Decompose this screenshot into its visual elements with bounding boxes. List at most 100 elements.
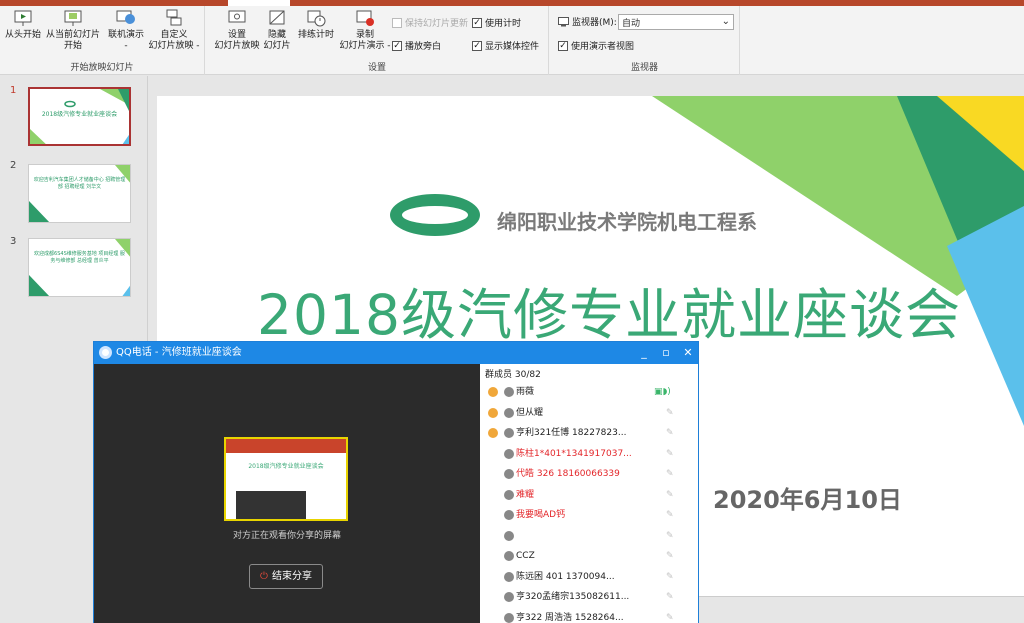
slide-thumbnail-2[interactable]: 欢迎吉利汽车集团人才储备中心 招聘管理部 招聘经理 刘华文 xyxy=(28,164,131,223)
member-row[interactable]: 亨利321任博 18227823... ✎ xyxy=(480,423,698,443)
custom-show-button[interactable]: 自定义 幻灯片放映 - xyxy=(146,8,202,52)
mic-muted-icon: ✎ xyxy=(666,428,674,438)
slide-thumbnail-3[interactable]: 欢迎成都6S4S维修服务基地 项目经理 服务与维修部 总经理 曾炎平 xyxy=(28,238,131,297)
play-narration-checkbox[interactable]: ✓ 播放旁白 xyxy=(392,39,441,52)
power-icon: ⏻ xyxy=(260,571,268,582)
qq-window-title: QQ电话 - 汽修班就业座谈会 xyxy=(116,347,242,358)
avatar xyxy=(504,428,514,438)
slide-title: 2018级汽修专业就业座谈会 xyxy=(257,283,961,347)
member-row[interactable]: 难耀 ✎ xyxy=(480,485,698,505)
members-count: 群成员 30/82 xyxy=(485,370,541,380)
hide-slide-button[interactable]: 隐藏 幻灯片 xyxy=(262,8,292,52)
member-row[interactable]: 亨320孟绪宗135082611... ✎ xyxy=(480,587,698,607)
avatar xyxy=(504,489,514,500)
slide-thumbnail-1[interactable]: 2018级汽修专业就业座谈会 xyxy=(28,87,131,146)
thumbnail-number: 2 xyxy=(10,160,17,171)
from-beginning-label: 从头开始 xyxy=(4,30,41,40)
mic-muted-icon: ✎ xyxy=(666,469,674,479)
mic-muted-icon: ✎ xyxy=(666,571,674,582)
ribbon: 从头开始 从当前幻灯片 开始 联机演示 - 自定义 幻灯片放映 - 开始放映幻灯… xyxy=(0,6,1024,75)
present-online-label: 联机演示 xyxy=(107,30,144,40)
member-row[interactable]: 我要喝AD钙 ✎ xyxy=(480,505,698,525)
member-row[interactable]: 陈远困 401 1370094... ✎ xyxy=(480,567,698,587)
group-label-start: 开始放映幻灯片 xyxy=(70,63,134,73)
end-share-label: 结束分享 xyxy=(271,571,312,582)
present-online-button[interactable]: 联机演示 - xyxy=(106,8,146,52)
chevron-down-icon: ⌄ xyxy=(721,16,730,27)
custom-show-icon xyxy=(166,9,182,26)
member-name: 亨322 周浩浩 1528264... xyxy=(516,612,624,623)
keep-updated-label: 保持幻灯片更新 xyxy=(405,19,469,29)
from-current-label-2: 开始 xyxy=(63,41,82,51)
mic-muted-icon: ✎ xyxy=(666,592,674,602)
rehearse-timings-label: 排练计时 xyxy=(297,30,334,40)
member-name: 陈远困 401 1370094... xyxy=(516,571,615,582)
mic-muted-icon: ✎ xyxy=(666,510,674,520)
school-logo xyxy=(390,194,480,236)
monitor-select[interactable]: 自动 ⌄ xyxy=(618,14,734,30)
organization-name: 绵阳职业技术学院机电工程系 xyxy=(497,210,757,234)
member-row[interactable]: 雨薇 ▣◗) xyxy=(480,382,698,402)
minimize-icon[interactable]: _ xyxy=(634,342,654,364)
keep-updated-checkbox[interactable]: 保持幻灯片更新 xyxy=(392,16,468,29)
share-panel: 2018级汽修专业就业座谈会 对方正在观看你分享的屏幕 ⏻ 结束分享 xyxy=(94,364,480,623)
member-row[interactable]: ✎ xyxy=(480,526,698,546)
preview-ribbon xyxy=(226,439,346,453)
stopwatch-icon xyxy=(307,10,326,27)
monitor-label: 监视器(M): xyxy=(558,15,617,28)
show-media-label: 显示媒体控件 xyxy=(485,42,540,52)
member-row[interactable]: CCZ ✎ xyxy=(480,546,698,566)
thumbnail-title: 欢迎成都6S4S维修服务基地 项目经理 服务与维修部 总经理 曾炎平 xyxy=(34,251,125,264)
member-row[interactable]: 代皓 326 18160066339 ✎ xyxy=(480,464,698,484)
group-label-setup: 设置 xyxy=(367,63,386,73)
watching-status: 对方正在观看你分享的屏幕 xyxy=(232,531,341,541)
member-row[interactable]: 但从耀 ✎ xyxy=(480,403,698,423)
setup-show-icon xyxy=(228,10,246,23)
from-current-button[interactable]: 从当前幻灯片 开始 xyxy=(44,8,102,52)
close-icon[interactable]: ✕ xyxy=(678,342,698,364)
avatar xyxy=(504,510,514,520)
qq-title-bar[interactable]: QQ电话 - 汽修班就业座谈会 _ ▫ ✕ xyxy=(94,342,698,364)
custom-show-label-2: 幻灯片放映 - xyxy=(148,41,200,51)
setup-show-button[interactable]: 设置 幻灯片放映 xyxy=(212,8,262,52)
presenter-view-checkbox[interactable]: ✓ 使用演示者视图 xyxy=(558,39,634,52)
checkmark-icon: ✓ xyxy=(472,40,482,51)
preview-qq-window xyxy=(236,491,306,519)
hide-slide-icon xyxy=(269,10,285,25)
monitor-select-value: 自动 xyxy=(622,19,641,29)
present-online-caret: - xyxy=(124,41,128,51)
member-row[interactable]: 亨322 周浩浩 1528264... ✎ xyxy=(480,608,698,623)
mic-muted-icon: ✎ xyxy=(666,489,674,500)
checkmark-icon: ✓ xyxy=(472,17,482,28)
member-name: 难耀 xyxy=(516,489,535,500)
record-show-label-2: 幻灯片演示 - xyxy=(339,41,391,51)
checkmark-icon: ✓ xyxy=(558,40,568,51)
horizontal-scrollbar[interactable] xyxy=(698,596,1024,623)
member-name: 陈柱1*401*1341917037... xyxy=(516,448,632,459)
member-list: 群成员 30/82 雨薇 ▣◗) 但从耀 ✎ 亨利321任博 18227823... ✎ 陈… xyxy=(480,364,698,623)
use-timings-label: 使用计时 xyxy=(485,19,522,29)
from-beginning-button[interactable]: 从头开始 xyxy=(4,8,42,41)
end-share-button[interactable]: ⏻ 结束分享 xyxy=(249,564,323,589)
mic-muted-icon: ✎ xyxy=(666,407,674,418)
qq-logo-icon xyxy=(99,346,112,359)
admin-icon xyxy=(488,387,498,397)
show-media-checkbox[interactable]: ✓ 显示媒体控件 xyxy=(472,39,539,52)
thumbnail-title: 欢迎吉利汽车集团人才储备中心 招聘管理部 招聘经理 刘华文 xyxy=(33,177,126,190)
setup-show-label-2: 幻灯片放映 xyxy=(214,41,260,51)
record-show-button[interactable]: 录制 幻灯片演示 - xyxy=(336,8,394,52)
avatar xyxy=(504,387,514,397)
avatar xyxy=(504,571,514,582)
member-row[interactable]: 陈柱1*401*1341917037... ✎ xyxy=(480,444,698,464)
monitor-icon xyxy=(558,16,569,26)
maximize-icon[interactable]: ▫ xyxy=(656,342,676,364)
avatar xyxy=(504,592,514,602)
member-name: 我要喝AD钙 xyxy=(516,510,566,520)
rehearse-timings-button[interactable]: 排练计时 xyxy=(294,8,338,41)
record-icon xyxy=(356,10,374,26)
presenter-view-label: 使用演示者视图 xyxy=(571,42,635,52)
preview-title: 2018级汽修专业就业座谈会 xyxy=(248,463,324,470)
use-timings-checkbox[interactable]: ✓ 使用计时 xyxy=(472,16,521,29)
member-name: 雨薇 xyxy=(516,387,535,397)
thumbnail-number: 1 xyxy=(10,85,17,96)
